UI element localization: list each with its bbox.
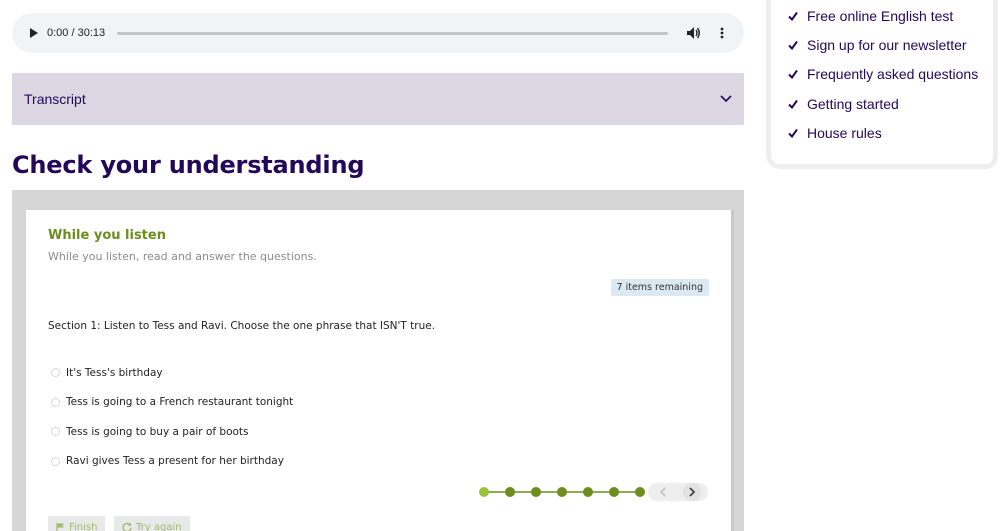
sidebar-links-list: Free online English test Sign up for our …	[771, 0, 993, 147]
answer-option[interactable]: Tess is going to buy a pair of boots	[48, 417, 293, 447]
progress-dot[interactable]	[557, 487, 567, 497]
answer-option[interactable]: It's Tess's birthday	[48, 358, 293, 388]
sidebar-link[interactable]: Sign up for our newsletter	[807, 37, 967, 53]
checkmark-icon	[788, 128, 798, 138]
progress-dot[interactable]	[609, 487, 619, 497]
radio-button[interactable]	[51, 368, 60, 378]
audio-time: 0:00 / 30:13	[47, 27, 106, 39]
checkmark-icon	[788, 40, 798, 50]
sidebar-link[interactable]: Free online English test	[807, 8, 953, 24]
refresh-icon	[122, 522, 132, 531]
play-icon[interactable]	[28, 27, 40, 39]
more-options-icon[interactable]	[714, 25, 730, 41]
sidebar-link-item: Free online English test	[788, 1, 993, 30]
audio-player: 0:00 / 30:13	[12, 13, 744, 53]
answer-option-label: Ravi gives Tess a present for her birthd…	[66, 455, 284, 468]
sidebar-link-item: Frequently asked questions	[788, 60, 993, 89]
progress-dot[interactable]	[505, 487, 515, 497]
sidebar-link-item: House rules	[788, 118, 993, 147]
sidebar-link-item: Getting started	[788, 89, 993, 118]
quiz-container: While you listen While you listen, read …	[12, 190, 744, 531]
answer-option-label: Tess is going to buy a pair of boots	[66, 425, 249, 438]
checkmark-icon	[788, 11, 798, 21]
checkmark-icon	[788, 99, 798, 109]
answer-option[interactable]: Tess is going to a French restaurant ton…	[48, 388, 293, 418]
sidebar-links-box: Free online English test Sign up for our …	[766, 0, 998, 169]
quiz-card: While you listen While you listen, read …	[26, 210, 731, 531]
section-heading: Check your understanding	[12, 151, 365, 179]
checkmark-icon	[788, 70, 798, 80]
answer-options: It's Tess's birthday Tess is going to a F…	[48, 358, 293, 476]
sidebar-link-item: Sign up for our newsletter	[788, 30, 993, 59]
quiz-subtitle: While you listen, read and answer the qu…	[48, 250, 317, 263]
sidebar-link[interactable]: Frequently asked questions	[807, 66, 978, 82]
try-again-button[interactable]: Try again	[114, 516, 190, 531]
quiz-title: While you listen	[48, 228, 166, 243]
sidebar-link[interactable]: House rules	[807, 125, 882, 141]
progress-dot[interactable]	[479, 487, 489, 497]
answer-option-label: It's Tess's birthday	[66, 366, 163, 379]
finish-label: Finish	[69, 521, 98, 531]
page: 0:00 / 30:13 Transcript Check your under…	[0, 0, 1000, 531]
finish-button[interactable]: Finish	[48, 516, 106, 531]
previous-question-button[interactable]	[654, 483, 672, 501]
transcript-accordion[interactable]: Transcript	[12, 73, 744, 125]
answer-option[interactable]: Ravi gives Tess a present for her birthd…	[48, 447, 293, 477]
flag-icon	[56, 522, 64, 531]
audio-seek-bar[interactable]	[117, 31, 668, 35]
radio-button[interactable]	[51, 456, 60, 466]
radio-button[interactable]	[51, 397, 60, 407]
volume-icon[interactable]	[686, 25, 702, 41]
next-question-button[interactable]	[683, 483, 701, 501]
chevron-down-icon	[720, 90, 732, 108]
answer-option-label: Tess is going to a French restaurant ton…	[66, 396, 294, 409]
progress-dot[interactable]	[635, 487, 645, 497]
transcript-label: Transcript	[24, 91, 86, 107]
sidebar-link[interactable]: Getting started	[807, 96, 899, 112]
question-text: Section 1: Listen to Tess and Ravi. Choo…	[48, 320, 436, 332]
radio-button[interactable]	[51, 427, 60, 437]
progress-dot[interactable]	[531, 487, 541, 497]
try-again-label: Try again	[136, 521, 182, 531]
items-remaining-badge: 7 items remaining	[610, 279, 709, 296]
progress-dot[interactable]	[583, 487, 593, 497]
